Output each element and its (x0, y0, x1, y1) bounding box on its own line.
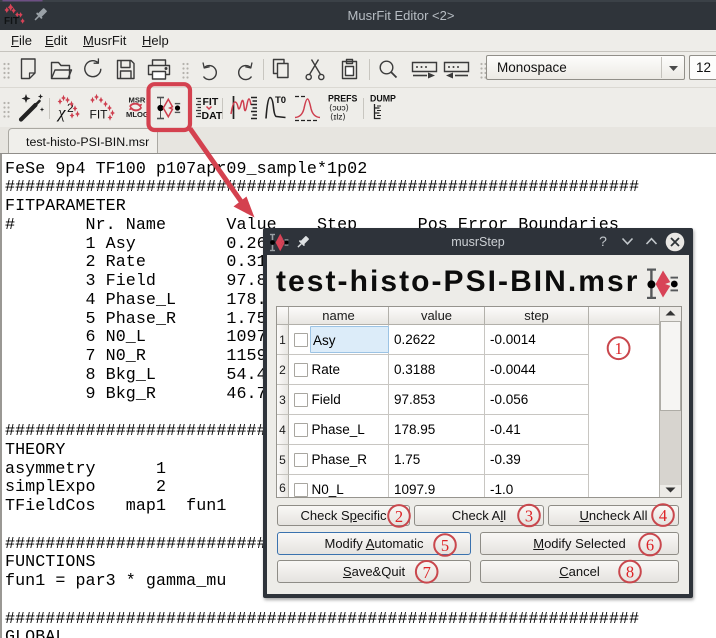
svg-text:DUMP: DUMP (370, 94, 396, 104)
svg-text:T0: T0 (275, 95, 286, 106)
svg-text:FIT: FIT (203, 96, 219, 108)
svg-text:2: 2 (67, 101, 74, 115)
svg-text:DAT: DAT (202, 110, 223, 122)
svg-text:FIT: FIT (90, 108, 109, 122)
svg-text:MLOG: MLOG (126, 110, 149, 119)
svg-text:χ: χ (56, 103, 66, 122)
svg-text:⟨ɪlz⟩: ⟨ɪlz⟩ (330, 112, 346, 122)
